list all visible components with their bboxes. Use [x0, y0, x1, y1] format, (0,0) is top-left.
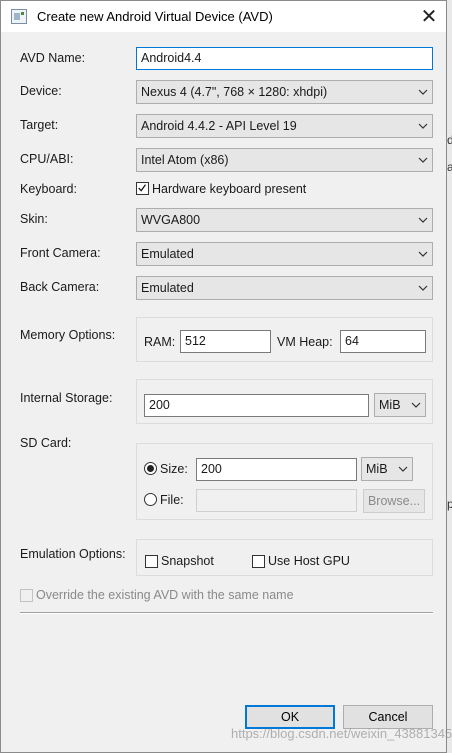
target-label: Target: [20, 118, 59, 132]
internal-storage-input[interactable]: 200 [144, 394, 369, 417]
checkmark-icon [138, 184, 146, 192]
sd-file-label[interactable]: File: [160, 493, 184, 507]
sd-card-label: SD Card: [20, 436, 72, 450]
target-select[interactable]: Android 4.4.2 - API Level 19 [136, 114, 433, 138]
chevron-down-icon [418, 89, 428, 95]
front-camera-select-value: Emulated [141, 247, 194, 261]
back-camera-label: Back Camera: [20, 280, 100, 294]
ram-label: RAM: [144, 335, 176, 349]
cpu-abi-label: CPU/ABI: [20, 152, 74, 166]
sd-size-radio[interactable] [144, 462, 157, 475]
vm-heap-input[interactable]: 64 [340, 330, 426, 353]
snapshot-label[interactable]: Snapshot [161, 554, 214, 568]
back-camera-select-value: Emulated [141, 281, 194, 295]
avd-name-input[interactable]: Android4.4 [136, 47, 433, 70]
browse-button[interactable]: Browse... [363, 489, 425, 513]
internal-storage-label: Internal Storage: [20, 391, 113, 405]
use-host-gpu-checkbox[interactable] [252, 555, 265, 568]
sd-size-input[interactable]: 200 [196, 458, 357, 481]
hardware-keyboard-checkbox[interactable] [136, 182, 149, 195]
internal-storage-unit-select[interactable]: MiB [374, 393, 426, 417]
skin-select[interactable]: WVGA800 [136, 208, 433, 232]
internal-storage-unit-value: MiB [379, 398, 401, 412]
override-checkbox[interactable] [20, 589, 33, 602]
hardware-keyboard-label[interactable]: Hardware keyboard present [152, 182, 306, 196]
memory-options-label: Memory Options: [20, 328, 116, 342]
chevron-down-icon [418, 157, 428, 163]
watermark: https://blog.csdn.net/weixin_43881345 [231, 726, 452, 741]
close-icon: ✕ [420, 5, 438, 28]
chevron-down-icon [411, 402, 421, 408]
background-fragment: pi [447, 497, 452, 511]
title-bar[interactable]: Create new Android Virtual Device (AVD) … [1, 1, 446, 32]
skin-select-value: WVGA800 [141, 213, 201, 227]
device-select[interactable]: Nexus 4 (4.7", 768 × 1280: xhdpi) [136, 80, 433, 104]
snapshot-checkbox[interactable] [145, 555, 158, 568]
avd-dialog: Create new Android Virtual Device (AVD) … [0, 0, 447, 753]
cpu-abi-select-value: Intel Atom (x86) [141, 153, 229, 167]
front-camera-select[interactable]: Emulated [136, 242, 433, 266]
background-window-strip [447, 0, 452, 753]
background-fragment: ar [447, 160, 452, 174]
device-label: Device: [20, 84, 62, 98]
override-label: Override the existing AVD with the same … [36, 588, 294, 602]
front-camera-label: Front Camera: [20, 246, 101, 260]
chevron-down-icon [398, 466, 408, 472]
close-button[interactable]: ✕ [411, 1, 447, 31]
target-select-value: Android 4.4.2 - API Level 19 [141, 119, 297, 133]
sd-size-unit-select[interactable]: MiB [361, 457, 413, 481]
vm-heap-label: VM Heap: [277, 335, 333, 349]
sd-size-unit-value: MiB [366, 462, 388, 476]
sd-file-radio[interactable] [144, 493, 157, 506]
back-camera-select[interactable]: Emulated [136, 276, 433, 300]
chevron-down-icon [418, 123, 428, 129]
emulation-options-label: Emulation Options: [20, 547, 126, 561]
chevron-down-icon [418, 285, 428, 291]
cpu-abi-select[interactable]: Intel Atom (x86) [136, 148, 433, 172]
skin-label: Skin: [20, 212, 48, 226]
keyboard-label: Keyboard: [20, 182, 77, 196]
sd-file-input[interactable] [196, 489, 357, 512]
sd-size-label[interactable]: Size: [160, 462, 188, 476]
chevron-down-icon [418, 217, 428, 223]
window-title: Create new Android Virtual Device (AVD) [37, 9, 273, 24]
app-window-icon [11, 9, 27, 24]
use-host-gpu-label[interactable]: Use Host GPU [268, 554, 350, 568]
chevron-down-icon [418, 251, 428, 257]
avd-name-label: AVD Name: [20, 51, 86, 65]
device-select-value: Nexus 4 (4.7", 768 × 1280: xhdpi) [141, 85, 328, 99]
ram-input[interactable]: 512 [180, 330, 271, 353]
background-fragment: d [447, 133, 452, 147]
separator-highlight [20, 613, 433, 614]
